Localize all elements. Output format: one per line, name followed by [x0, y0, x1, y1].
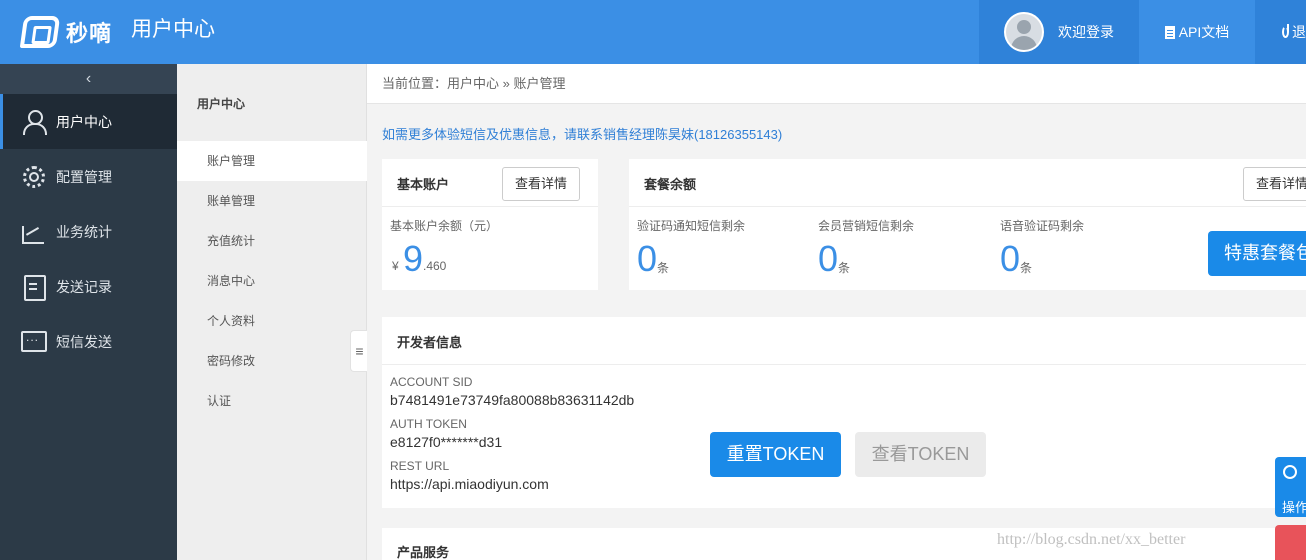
- subnav-item-profile[interactable]: 个人资料: [177, 301, 367, 341]
- package-item-value: 0: [1000, 238, 1021, 279]
- basic-account-detail-button[interactable]: 查看详情: [502, 167, 581, 201]
- package-item-unit: 条: [657, 261, 670, 275]
- package-item-value: 0: [818, 238, 839, 279]
- document-icon: [1164, 25, 1175, 39]
- rest-url-label: REST URL: [390, 459, 450, 473]
- avatar[interactable]: [1004, 12, 1044, 52]
- card-title: 基本账户: [397, 177, 450, 192]
- logout-button[interactable]: 退: [1255, 0, 1306, 64]
- package-balance-card: 套餐余额 查看详情 验证码通知短信剩余 0 条 会员营销短信剩余 0 条 语音验…: [629, 159, 1306, 290]
- rest-url-value: https://api.miaodiyun.com: [390, 476, 549, 492]
- promo-package-button[interactable]: 特惠套餐包: [1208, 231, 1306, 276]
- notice-link[interactable]: 如需更多体验短信及优惠信息，请联系销售经理陈昊妹(18126355143): [382, 124, 782, 143]
- gear-icon: [20, 163, 48, 191]
- package-item-unit: 条: [1020, 261, 1033, 275]
- package-item-label: 验证码通知短信剩余: [637, 219, 746, 233]
- subnav-item-verification[interactable]: 认证: [177, 381, 367, 421]
- sidebar-item-label: 发送记录: [56, 278, 112, 295]
- auth-token-value: e8127f0*******d31: [390, 434, 503, 450]
- subnav-item-recharge[interactable]: 充值统计: [177, 221, 367, 261]
- package-item-unit: 条: [838, 261, 851, 275]
- main-content: 当前位置：用户中心 » 账户管理 如需更多体验短信及优惠信息，请联系销售经理陈昊…: [367, 64, 1306, 560]
- welcome-login-link[interactable]: 欢迎登录: [1058, 22, 1114, 42]
- auth-token-label: AUTH TOKEN: [390, 417, 467, 431]
- sidebar-item-sms-send[interactable]: 短信发送: [0, 314, 177, 369]
- user-icon: [20, 108, 48, 136]
- chevron-left-icon: ‹: [85, 70, 92, 87]
- floating-action-button[interactable]: 操作: [1275, 457, 1306, 517]
- account-sid-label: ACCOUNT SID: [390, 375, 473, 389]
- logo-text: 秒嘀: [66, 21, 113, 46]
- sidebar-item-statistics[interactable]: 业务统计: [0, 204, 177, 259]
- floating-red-button[interactable]: [1275, 525, 1306, 560]
- sub-navigation: 用户中心 账户管理 账单管理 充值统计 消息中心 个人资料 密码修改 认证: [177, 64, 367, 560]
- developer-info-card: 开发者信息 ACCOUNT SID b7481491e73749fa80088b…: [382, 317, 1306, 508]
- subnav-item-account[interactable]: 账户管理: [177, 141, 367, 181]
- api-doc-link[interactable]: API文档: [1139, 0, 1255, 64]
- card-title: 套餐余额: [644, 177, 697, 192]
- card-header: 基本账户 查看详情: [382, 159, 598, 207]
- document-icon: [20, 273, 48, 301]
- balance-integer: 9: [403, 238, 424, 279]
- power-icon: [1282, 24, 1289, 38]
- logo[interactable]: 秒嘀: [19, 12, 113, 52]
- subnav-title: 用户中心: [197, 97, 246, 111]
- package-item-label: 语音验证码剩余: [1000, 219, 1085, 233]
- menu-icon: ≡: [355, 343, 364, 359]
- sidebar-item-send-records[interactable]: 发送记录: [0, 259, 177, 314]
- subnav-toggle-button[interactable]: ≡: [350, 330, 368, 372]
- card-header: 开发者信息: [382, 317, 1306, 365]
- subnav-item-messages[interactable]: 消息中心: [177, 261, 367, 301]
- sidebar-item-user-center[interactable]: 用户中心: [0, 94, 177, 149]
- logout-label: 退: [1292, 24, 1306, 40]
- card-header: 套餐余额 查看详情: [629, 159, 1306, 207]
- user-login-area[interactable]: 欢迎登录: [979, 0, 1139, 64]
- subnav-item-billing[interactable]: 账单管理: [177, 181, 367, 221]
- api-doc-label: API文档: [1178, 24, 1230, 40]
- subnav-item-password[interactable]: 密码修改: [177, 341, 367, 381]
- card-title: 开发者信息: [397, 335, 463, 350]
- breadcrumb: 当前位置：用户中心 » 账户管理: [367, 64, 1306, 104]
- floating-action-label: 操作: [1282, 500, 1306, 515]
- sidebar-collapse-button[interactable]: ‹: [0, 64, 177, 94]
- sidebar-item-config[interactable]: 配置管理: [0, 149, 177, 204]
- watermark: http://blog.csdn.net/xx_better: [997, 531, 1186, 548]
- chat-icon: [20, 328, 48, 356]
- chart-icon: [20, 218, 48, 246]
- help-icon: [1283, 465, 1297, 479]
- balance-decimal: .460: [423, 259, 447, 273]
- sidebar: ‹ 用户中心 配置管理 业务统计 发送记录 短信发送: [0, 64, 177, 560]
- sidebar-item-label: 业务统计: [56, 223, 112, 240]
- package-detail-button[interactable]: 查看详情: [1243, 167, 1306, 201]
- reset-token-button[interactable]: 重置TOKEN: [710, 432, 841, 477]
- card-title: 产品服务: [397, 545, 450, 560]
- app-title: 用户中心: [131, 18, 215, 41]
- balance-label: 基本账户余额（元）: [390, 219, 499, 233]
- basic-account-card: 基本账户 查看详情 基本账户余额（元） ¥ 9 .460: [382, 159, 598, 290]
- sidebar-item-label: 配置管理: [56, 168, 112, 185]
- view-token-button[interactable]: 查看TOKEN: [855, 432, 986, 477]
- sidebar-item-label: 短信发送: [56, 333, 112, 350]
- logo-icon: [19, 16, 61, 48]
- package-item-label: 会员营销短信剩余: [818, 219, 915, 233]
- currency-symbol: ¥: [392, 259, 399, 273]
- account-sid-value: b7481491e73749fa80088b83631142db: [390, 392, 635, 408]
- sidebar-item-label: 用户中心: [56, 113, 112, 130]
- top-header: 秒嘀 用户中心 欢迎登录 API文档 退: [0, 0, 1306, 64]
- package-item-value: 0: [637, 238, 658, 279]
